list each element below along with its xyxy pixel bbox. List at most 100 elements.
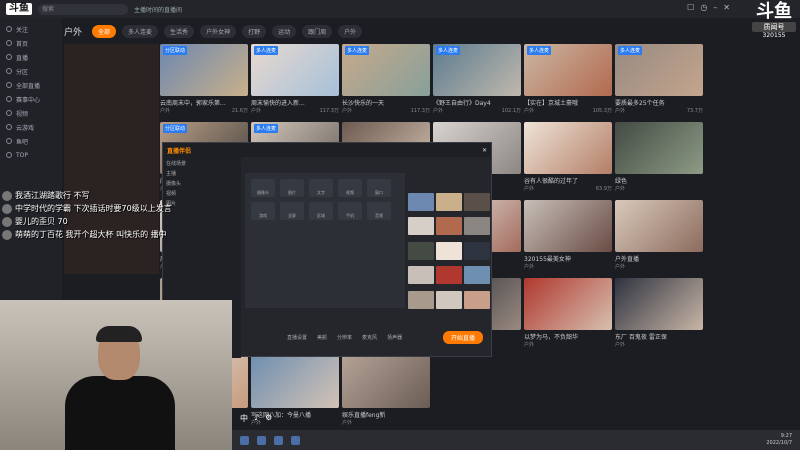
preview-tile[interactable] bbox=[408, 290, 434, 309]
preview-tile[interactable] bbox=[436, 241, 462, 260]
source-tool-button[interactable]: 窗口 bbox=[367, 179, 391, 197]
source-tool-button[interactable]: 游戏 bbox=[251, 202, 275, 220]
category-tab[interactable]: 全部 bbox=[92, 24, 117, 38]
source-tool-button[interactable]: 音频 bbox=[367, 202, 391, 220]
stream-card[interactable]: 320155最美女神 户外 bbox=[524, 200, 612, 275]
preview-tile[interactable] bbox=[408, 193, 434, 211]
source-tool-button[interactable]: 文字 bbox=[309, 179, 333, 197]
stream-card[interactable]: 分区联动 云南周末中，郭家乐第... 户外 21.6万 bbox=[160, 44, 248, 119]
category-tab[interactable]: 打野 bbox=[242, 24, 267, 38]
scene-item[interactable]: 主播 bbox=[166, 170, 238, 177]
preview-tile[interactable] bbox=[408, 266, 434, 285]
stream-title[interactable]: 户外直播 bbox=[615, 254, 703, 263]
stream-card[interactable]: 多人连麦 长沙快乐的一天 户外 117.3万 bbox=[342, 44, 430, 119]
stream-thumbnail[interactable] bbox=[524, 200, 612, 252]
stream-card[interactable]: 娱乐直播feng新 户外 bbox=[342, 356, 430, 431]
stream-title[interactable]: 东厂 百鬼夜 雷正保 bbox=[615, 332, 703, 341]
obs-bottom-button[interactable]: 分辨率 bbox=[337, 334, 352, 341]
notification-icon[interactable]: ☐ bbox=[687, 3, 694, 12]
app-icon[interactable] bbox=[291, 435, 300, 445]
stream-thumbnail[interactable] bbox=[251, 356, 339, 408]
stream-card[interactable]: 户外直播 户外 bbox=[615, 200, 703, 275]
sidebar-item[interactable]: 全部直播 bbox=[0, 78, 62, 92]
category-tab[interactable]: 跟门周 bbox=[302, 24, 333, 38]
stream-thumbnail[interactable]: 多人连麦 bbox=[342, 44, 430, 96]
sidebar-item[interactable]: 云游戏 bbox=[0, 120, 62, 134]
stream-title[interactable]: 320155最美女神 bbox=[524, 254, 612, 263]
sidebar-item[interactable]: 视频 bbox=[0, 106, 62, 120]
preview-tile[interactable] bbox=[436, 266, 462, 285]
stream-title[interactable]: 以梦为马，不负韶华 bbox=[524, 332, 612, 341]
source-tool-button[interactable]: 图片 bbox=[280, 179, 304, 197]
mic-icon[interactable]: ♪ bbox=[254, 413, 259, 424]
source-tool-button[interactable]: 手机 bbox=[338, 202, 362, 220]
close-icon[interactable]: ✕ bbox=[723, 3, 730, 12]
stream-title[interactable]: 周末愉快的进入新... bbox=[251, 98, 339, 107]
stream-thumbnail[interactable]: 分区联动 bbox=[160, 44, 248, 96]
obs-bottom-button[interactable]: 扬声器 bbox=[387, 334, 402, 341]
stream-card[interactable]: 多人连麦 《野王自由行》Day4 户外 102.1万 bbox=[433, 44, 521, 119]
stream-thumbnail[interactable]: 多人连麦 bbox=[615, 44, 703, 96]
preview-tile[interactable] bbox=[464, 266, 490, 285]
category-tab[interactable]: 多人连麦 bbox=[122, 24, 159, 38]
preview-tile[interactable] bbox=[408, 217, 434, 236]
preview-tile[interactable] bbox=[464, 193, 490, 211]
stream-card[interactable]: 绿色 户外 bbox=[615, 122, 703, 197]
sidebar-item[interactable]: 分区 bbox=[0, 64, 62, 78]
search-input[interactable]: 搜索 bbox=[38, 3, 128, 15]
sidebar-item[interactable]: 鱼吧 bbox=[0, 134, 62, 148]
start-live-button[interactable]: 开始直播 bbox=[442, 330, 483, 344]
douyu-logo[interactable]: 斗鱼 bbox=[6, 3, 32, 15]
preview-tile[interactable] bbox=[464, 290, 490, 309]
ime-mode[interactable]: 中 bbox=[240, 413, 248, 424]
sidebar-item[interactable]: 首页 bbox=[0, 36, 62, 50]
stream-card[interactable]: 以梦为马，不负韶华 户外 bbox=[524, 278, 612, 353]
stream-title[interactable]: 云南周末中，郭家乐第... bbox=[160, 98, 248, 107]
source-tool-button[interactable]: 摄像头 bbox=[251, 179, 275, 197]
folder-icon[interactable] bbox=[274, 435, 283, 445]
stream-thumbnail[interactable] bbox=[524, 278, 612, 330]
category-tab[interactable]: 户外女神 bbox=[200, 24, 237, 38]
stream-thumbnail[interactable] bbox=[615, 278, 703, 330]
preview-tile[interactable] bbox=[436, 193, 462, 211]
stream-title[interactable]: 娱乐直播feng新 bbox=[342, 410, 430, 419]
preview-tile[interactable] bbox=[464, 241, 490, 260]
scene-item[interactable]: 在线场景 bbox=[166, 160, 238, 167]
stream-thumbnail[interactable]: 多人连麦 bbox=[524, 44, 612, 96]
category-tab[interactable]: 运动 bbox=[272, 24, 297, 38]
browser-icon[interactable] bbox=[257, 435, 266, 445]
start-icon[interactable] bbox=[240, 435, 249, 445]
preview-tile[interactable] bbox=[464, 217, 490, 236]
preview-tile[interactable] bbox=[436, 217, 462, 236]
obs-bottom-button[interactable]: 麦克风 bbox=[362, 334, 377, 341]
source-tool-button[interactable]: 视频 bbox=[338, 179, 362, 197]
preview-tile[interactable] bbox=[408, 241, 434, 260]
stream-title[interactable]: 绿色 bbox=[615, 176, 703, 185]
stream-thumbnail[interactable]: 多人连麦 bbox=[251, 44, 339, 96]
source-tool-button[interactable]: 区域 bbox=[309, 202, 333, 220]
stream-card[interactable]: 谷有人很酷的过年了 户外 63.9万 bbox=[524, 122, 612, 197]
obs-close-icon[interactable]: ✕ bbox=[482, 147, 487, 154]
stream-thumbnail[interactable]: 多人连麦 bbox=[433, 44, 521, 96]
stream-title[interactable]: 《野王自由行》Day4 bbox=[433, 98, 521, 107]
stream-card[interactable]: 多人连麦 周末愉快的进入新... 户外 117.3万 bbox=[251, 44, 339, 119]
sidebar-item[interactable]: TOP bbox=[0, 148, 62, 162]
sidebar-item[interactable]: 直播 bbox=[0, 50, 62, 64]
source-tool-button[interactable]: 全屏 bbox=[280, 202, 304, 220]
stream-card[interactable]: 多人连麦 要质最多25个任务 户外 73.7万 bbox=[615, 44, 703, 119]
stream-thumbnail[interactable] bbox=[342, 356, 430, 408]
settings-icon[interactable]: ⚙ bbox=[265, 413, 272, 424]
obs-bottom-button[interactable]: 直播设置 bbox=[287, 334, 307, 341]
category-tab[interactable]: 户外 bbox=[338, 24, 363, 38]
minimize-icon[interactable]: – bbox=[713, 3, 717, 12]
stream-title[interactable]: 【实在】京城土豪哦 bbox=[524, 98, 612, 107]
category-tab[interactable]: 生活秀 bbox=[164, 24, 195, 38]
stream-card[interactable]: 多人连麦 【实在】京城土豪哦 户外 105.3万 bbox=[524, 44, 612, 119]
stream-thumbnail[interactable] bbox=[615, 122, 703, 174]
stream-thumbnail[interactable] bbox=[615, 200, 703, 252]
stream-title[interactable]: 长沙快乐的一天 bbox=[342, 98, 430, 107]
stream-card[interactable]: 东厂 百鬼夜 雷正保 户外 bbox=[615, 278, 703, 353]
obs-bottom-button[interactable]: 美颜 bbox=[317, 334, 327, 341]
stream-title[interactable]: 要质最多25个任务 bbox=[615, 98, 703, 107]
sidebar-item[interactable]: 关注 bbox=[0, 22, 62, 36]
